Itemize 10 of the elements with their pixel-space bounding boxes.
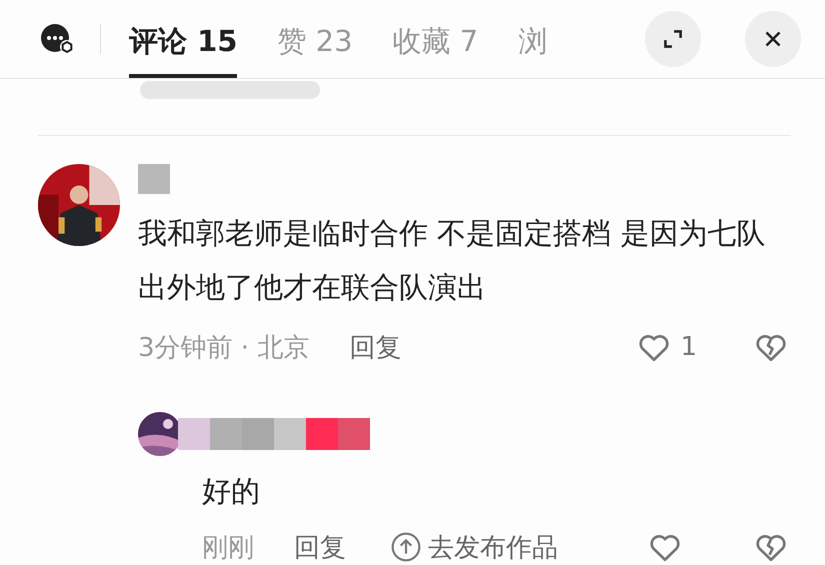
comment-time: 3分钟前 · 北京 bbox=[138, 332, 310, 364]
redaction-block bbox=[138, 164, 170, 194]
reply-time: 刚刚 bbox=[202, 532, 254, 564]
like-count: 1 bbox=[680, 332, 697, 362]
reply-text: 好的 bbox=[202, 473, 261, 510]
upload-icon bbox=[390, 531, 422, 563]
publish-link[interactable]: 去发布作品 bbox=[390, 530, 558, 564]
reply-link[interactable]: 回复 bbox=[294, 530, 346, 564]
comment-text: 我和郭老师是临时合作 不是固定搭档 是因为七队出外地了他才在联合队演出 bbox=[138, 215, 766, 306]
reply-link[interactable]: 回复 bbox=[349, 330, 402, 364]
